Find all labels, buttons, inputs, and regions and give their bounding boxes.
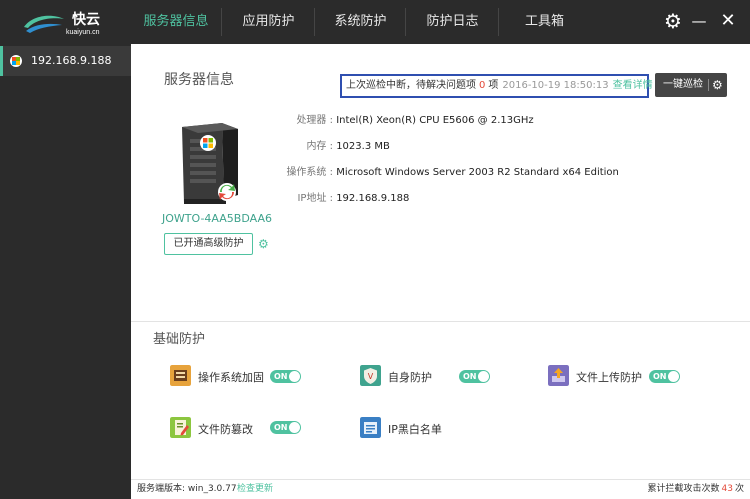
intercept-stats: 累计拦截攻击次数 43 次 bbox=[647, 484, 744, 494]
os-hardening-toggle[interactable]: ON bbox=[270, 370, 301, 383]
info-row-memory: 内存 : 1023.3 MB bbox=[306, 141, 390, 152]
server-version: 服务端版本: win_3.0.77 bbox=[137, 484, 237, 494]
tab-app-protection[interactable]: 应用防护 bbox=[222, 0, 315, 44]
feature-self-protection: V 自身防护 bbox=[360, 365, 450, 387]
logo-swoosh-icon bbox=[24, 15, 64, 33]
settings-gear-icon[interactable]: ⚙ bbox=[662, 10, 684, 32]
close-button[interactable]: ✕ bbox=[717, 10, 739, 32]
logo-domain: kuaiyun.cn bbox=[66, 29, 100, 36]
status-bar: 服务端版本: win_3.0.77 检查更新 累计拦截攻击次数 43 次 bbox=[131, 479, 750, 499]
tab-server-info[interactable]: 服务器信息 bbox=[130, 0, 222, 44]
check-update-link[interactable]: 检查更新 bbox=[237, 480, 273, 498]
hostname: JOWTO-4AA5BDAA6 bbox=[162, 212, 272, 225]
os-harden-icon bbox=[170, 365, 191, 386]
ip-list-icon bbox=[360, 417, 381, 438]
logo-name: 快云 bbox=[72, 12, 100, 28]
view-details-link[interactable]: 查看详情 bbox=[609, 80, 653, 91]
main-nav: 服务器信息 应用防护 系统防护 防护日志 工具箱 bbox=[130, 0, 590, 44]
inspection-alert: 上次巡检中断，待解决问题项 0 项 2016-10-19 18:50:13 查看详情 bbox=[340, 74, 653, 98]
upload-icon bbox=[548, 365, 569, 386]
minimize-button[interactable]: — bbox=[688, 10, 710, 32]
app-logo: 快云 kuaiyun.cn bbox=[22, 8, 117, 38]
advanced-protection-button[interactable]: 已开通高级防护 bbox=[164, 233, 253, 255]
page-title: 服务器信息 bbox=[164, 72, 234, 88]
tab-protection-log[interactable]: 防护日志 bbox=[406, 0, 499, 44]
title-bar: 快云 kuaiyun.cn 服务器信息 应用防护 系统防护 防护日志 工具箱 ⚙… bbox=[0, 0, 750, 44]
feature-ip-list[interactable]: IP黑白名单 bbox=[360, 417, 470, 439]
sidebar: 192.168.9.188 bbox=[0, 44, 131, 499]
advanced-settings-gear-icon[interactable]: ⚙ bbox=[258, 237, 269, 251]
info-row-os: 操作系统 : Microsoft Windows Server 2003 R2 … bbox=[286, 167, 619, 178]
svg-text:V: V bbox=[368, 372, 374, 381]
tab-system-protection[interactable]: 系统防护 bbox=[315, 0, 406, 44]
server-tower-icon bbox=[182, 123, 238, 204]
shield-icon: V bbox=[360, 365, 381, 386]
sidebar-item-server[interactable]: 192.168.9.188 bbox=[0, 46, 131, 76]
info-row-ip: IP地址 : 192.168.9.188 bbox=[297, 193, 410, 204]
main-panel: 服务器信息 上次巡检中断，待解决问题项 0 项 2016-10-19 18:50:13… bbox=[131, 44, 750, 479]
tab-toolbox[interactable]: 工具箱 bbox=[499, 0, 590, 44]
divider bbox=[131, 321, 750, 322]
windows-icon bbox=[10, 55, 22, 67]
upload-protection-toggle[interactable]: ON bbox=[649, 370, 680, 383]
section-title-basic-protection: 基础防护 bbox=[153, 332, 206, 347]
one-click-scan-button[interactable]: 一键巡检 ⚙ bbox=[655, 73, 727, 97]
feature-tamper-protection: 文件防篡改 bbox=[170, 417, 270, 439]
tamper-protection-toggle[interactable]: ON bbox=[270, 421, 301, 434]
file-edit-icon bbox=[170, 417, 191, 438]
sidebar-item-label: 192.168.9.188 bbox=[31, 54, 112, 67]
issue-count: 0 bbox=[479, 80, 486, 91]
info-row-cpu: 处理器 : Intel(R) Xeon(R) CPU E5606 @ 2.13G… bbox=[296, 115, 534, 126]
feature-upload-protection: 文件上传防护 bbox=[548, 365, 658, 387]
self-protection-toggle[interactable]: ON bbox=[459, 370, 490, 383]
scan-settings-gear-icon[interactable]: ⚙ bbox=[712, 73, 723, 97]
inspection-time: 2016-10-19 18:50:13 bbox=[502, 80, 609, 91]
intercept-count: 43 bbox=[721, 484, 733, 494]
